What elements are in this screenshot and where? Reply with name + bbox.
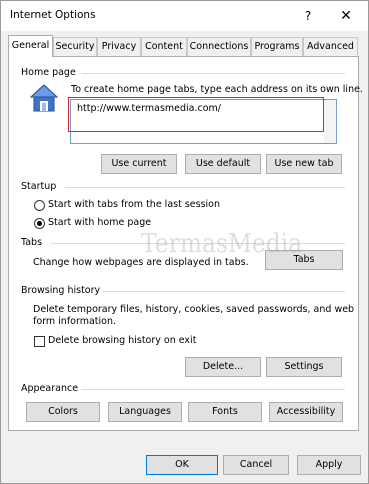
home-page-group-divider [81, 73, 345, 74]
browsing-history-description-line2: form information. [33, 316, 117, 327]
watermark: TermasMedia [141, 229, 303, 259]
ok-button[interactable]: OK [146, 455, 218, 475]
languages-button[interactable]: Languages [108, 402, 182, 422]
delete-on-exit-label: Delete browsing history on exit [48, 335, 197, 346]
use-current-button[interactable]: Use current [101, 154, 177, 174]
home-page-url-scrollbar[interactable] [324, 100, 336, 143]
home-page-group-title: Home page [21, 67, 79, 78]
appearance-group-title: Appearance [21, 383, 82, 394]
startup-group-title: Startup [21, 181, 60, 192]
startup-home-page-label: Start with home page [48, 217, 152, 228]
browsing-history-group-divider [99, 291, 345, 292]
cancel-button[interactable]: Cancel [223, 455, 289, 475]
close-button[interactable]: ✕ [335, 6, 357, 26]
window-title: Internet Options [10, 9, 96, 21]
fonts-button[interactable]: Fonts [188, 402, 262, 422]
browsing-history-description-line1: Delete temporary files, history, cookies… [33, 304, 355, 315]
colors-button[interactable]: Colors [26, 402, 100, 422]
tab-security[interactable]: Security [53, 37, 97, 56]
home-page-instruction: To create home page tabs, type each addr… [71, 84, 363, 95]
highlight-annotation [68, 97, 324, 132]
home-page-house-icon [29, 84, 59, 112]
appearance-group-divider [81, 389, 345, 390]
tab-general[interactable]: General [8, 35, 53, 57]
delete-button[interactable]: Delete... [185, 357, 261, 377]
use-default-button[interactable]: Use default [185, 154, 261, 174]
tab-advanced[interactable]: Advanced [303, 37, 358, 56]
startup-last-session-label: Start with tabs from the last session [48, 199, 221, 210]
startup-last-session-radio[interactable] [34, 200, 45, 211]
startup-home-page-radio[interactable] [34, 218, 45, 229]
settings-button[interactable]: Settings [266, 357, 342, 377]
browsing-history-group-title: Browsing history [21, 285, 104, 296]
tab-content[interactable]: Content [141, 37, 187, 56]
startup-group-divider [65, 187, 345, 188]
use-new-tab-button[interactable]: Use new tab [266, 154, 342, 174]
apply-button[interactable]: Apply [297, 455, 361, 475]
tab-privacy[interactable]: Privacy [97, 37, 141, 56]
tabs-group-title: Tabs [21, 237, 46, 248]
title-bar: Internet Options ? ✕ [1, 1, 368, 31]
tab-programs[interactable]: Programs [251, 37, 303, 56]
help-button[interactable]: ? [297, 6, 319, 26]
tab-strip: General Security Privacy Content Connect… [8, 35, 358, 57]
delete-on-exit-checkbox[interactable] [34, 336, 45, 347]
internet-options-window: Internet Options ? ✕ General Security Pr… [0, 0, 369, 484]
accessibility-button[interactable]: Accessibility [269, 402, 343, 422]
tab-connections[interactable]: Connections [187, 37, 251, 56]
